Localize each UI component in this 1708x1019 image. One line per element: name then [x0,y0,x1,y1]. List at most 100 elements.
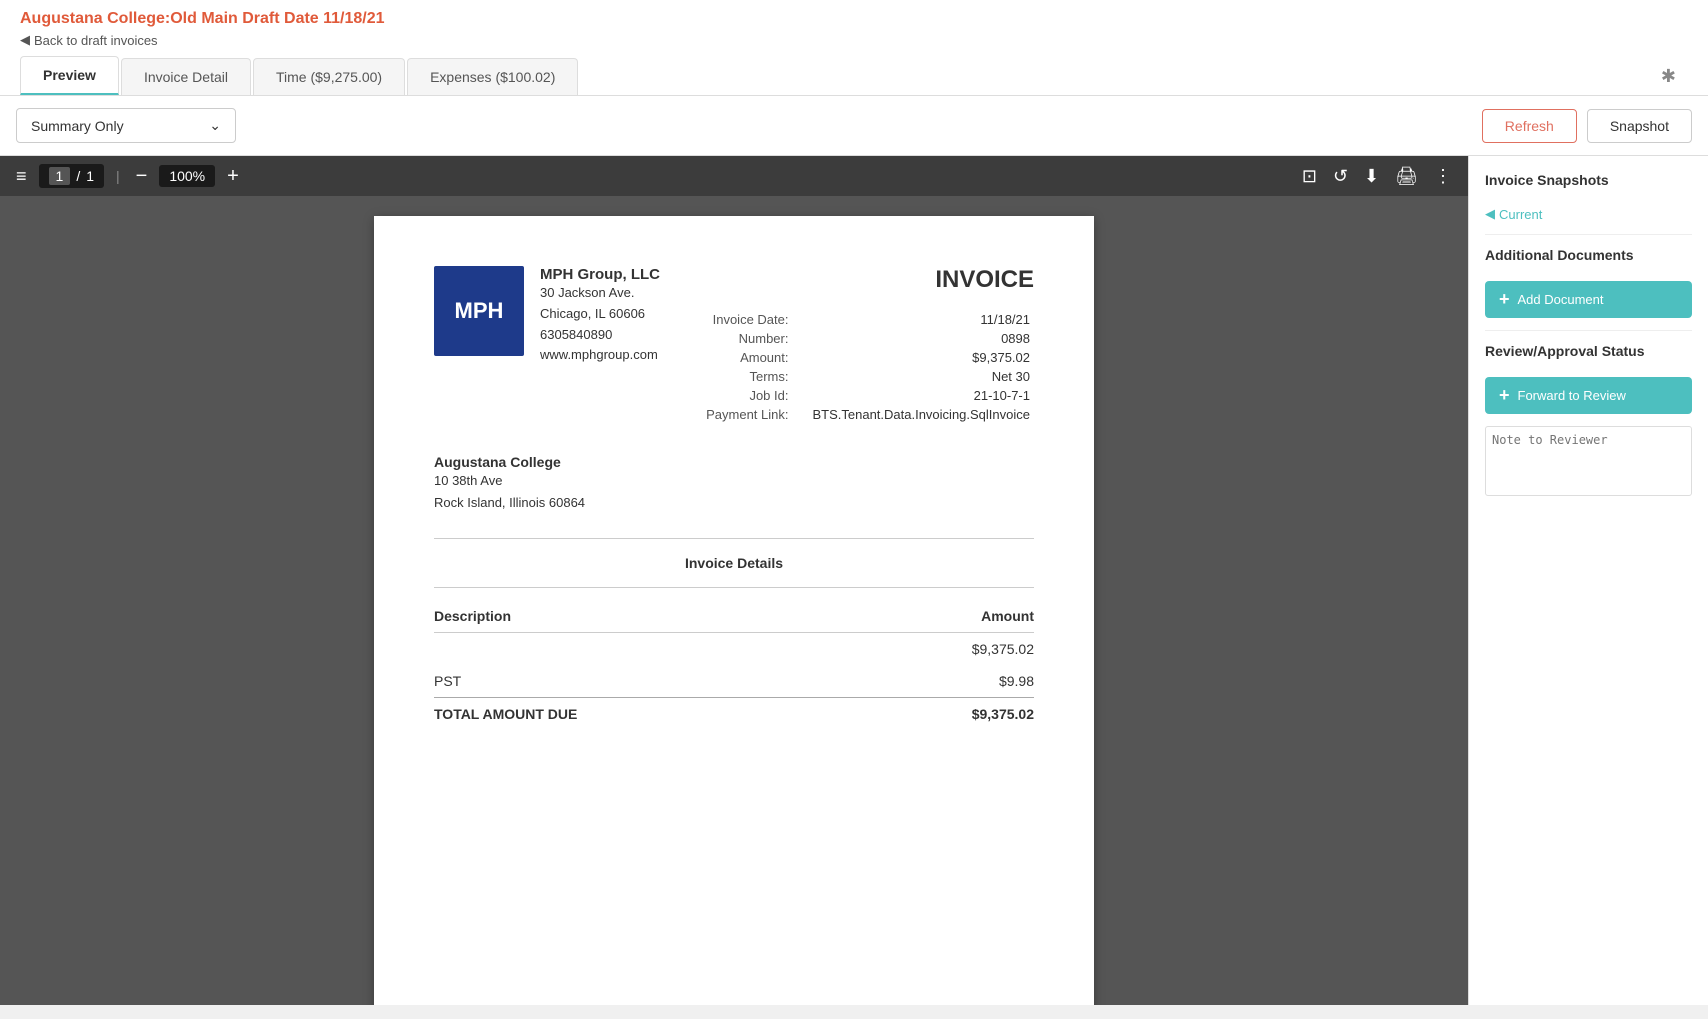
invoice-meta-table: Invoice Date: 11/18/21 Number: 0898 Amou… [702,310,1034,424]
meta-value: BTS.Tenant.Data.Invoicing.SqlInvoice [808,405,1034,424]
invoice-divider-top [434,538,1034,539]
invoice-table: Description Amount $9,375.02 PST $9.98 T… [434,600,1034,730]
tab-expenses[interactable]: Expenses ($100.02) [407,58,578,95]
total-amount: $9,375.02 [852,698,1034,731]
forward-plus-icon: + [1499,385,1510,406]
invoice-divider-bottom [434,587,1034,588]
meta-label: Job Id: [702,386,808,405]
meta-label: Payment Link: [702,405,808,424]
forward-to-review-button[interactable]: + Forward to Review [1485,377,1692,414]
zoom-in-button[interactable]: + [223,165,243,188]
toolbar-actions: Refresh Snapshot [1482,109,1692,143]
pdf-more-button[interactable]: ⋮ [1434,166,1452,187]
pdf-total-pages: 1 [86,168,94,184]
invoice-total-row: TOTAL AMOUNT DUE $9,375.02 [434,698,1034,731]
line-description [434,633,852,666]
forward-label: Forward to Review [1518,388,1626,403]
add-document-button[interactable]: + Add Document [1485,281,1692,318]
pdf-zoom-controls: − 100% + [132,165,243,188]
summary-dropdown[interactable]: Summary Only ⌄ [16,108,236,143]
pdf-viewer: ≡ 1 / 1 | − 100% + ⊡ ↺ ⬇ 🖨 ⋮ [0,156,1468,1005]
client-address1: 10 38th Ave [434,470,1034,492]
pdf-fit-button[interactable]: ⊡ [1302,166,1317,187]
back-arrow-icon: ◀ [20,32,30,48]
pdf-print-button[interactable]: 🖨 [1395,166,1418,187]
client-name: Augustana College [434,454,1034,470]
pdf-toolbar: ≡ 1 / 1 | − 100% + ⊡ ↺ ⬇ 🖨 ⋮ [0,156,1468,196]
zoom-out-button[interactable]: − [132,165,152,188]
snapshots-divider [1485,234,1692,235]
tab-bar: Preview Invoice Detail Time ($9,275.00) … [20,56,1688,95]
company-header-row: MPH MPH Group, LLC 30 Jackson Ave. Chica… [434,266,660,366]
preview-toolbar: Summary Only ⌄ Refresh Snapshot [0,96,1708,156]
meta-value: 21-10-7-1 [808,386,1034,405]
invoice-meta-row: Number: 0898 [702,329,1034,348]
invoice-meta-row: Payment Link: BTS.Tenant.Data.Invoicing.… [702,405,1034,424]
company-info: MPH Group, LLC 30 Jackson Ave. Chicago, … [540,266,660,366]
pdf-divider: | [116,168,120,184]
meta-label: Terms: [702,367,808,386]
add-doc-label: Add Document [1518,292,1604,307]
meta-value: 0898 [808,329,1034,348]
line-amount: $9.98 [852,665,1034,698]
back-link[interactable]: ◀ Back to draft invoices [20,32,1688,48]
company-logo: MPH [434,266,524,356]
note-to-reviewer-input[interactable] [1485,426,1692,496]
client-info: Augustana College 10 38th Ave Rock Islan… [434,454,1034,514]
invoice-meta-row: Invoice Date: 11/18/21 [702,310,1034,329]
pdf-rotate-button[interactable]: ↺ [1333,166,1348,187]
refresh-button[interactable]: Refresh [1482,109,1577,143]
company-phone: 6305840890 [540,325,660,346]
invoice-title: INVOICE [702,266,1034,294]
invoice-header: MPH MPH Group, LLC 30 Jackson Ave. Chica… [434,266,1034,424]
add-doc-plus-icon: + [1499,289,1510,310]
tab-preview[interactable]: Preview [20,56,119,95]
snapshots-title: Invoice Snapshots [1485,172,1692,188]
meta-value: 11/18/21 [808,310,1034,329]
pdf-page: MPH MPH Group, LLC 30 Jackson Ave. Chica… [374,216,1094,1005]
right-panel: Invoice Snapshots ◀ Current Additional D… [1468,156,1708,1005]
pdf-page-separator: / [76,168,80,184]
app-header: Augustana College:Old Main Draft Date 11… [0,0,1708,96]
line-amount: $9,375.02 [852,633,1034,666]
col-description: Description [434,600,852,633]
meta-value: Net 30 [808,367,1034,386]
pdf-content-area[interactable]: MPH MPH Group, LLC 30 Jackson Ave. Chica… [0,196,1468,1005]
pdf-zoom-level: 100% [159,165,215,187]
summary-dropdown-label: Summary Only [31,118,124,134]
company-address2: Chicago, IL 60606 [540,304,660,325]
company-website: www.mphgroup.com [540,345,660,366]
review-divider [1485,330,1692,331]
invoice-title-block: INVOICE Invoice Date: 11/18/21 Number: 0… [702,266,1034,424]
current-snapshot-text: Current [1499,207,1542,222]
total-label: TOTAL AMOUNT DUE [434,698,852,731]
meta-label: Amount: [702,348,808,367]
current-snapshot-label[interactable]: ◀ Current [1485,206,1692,222]
review-status-title: Review/Approval Status [1485,343,1692,359]
meta-label: Invoice Date: [702,310,808,329]
pdf-toolbar-right: ⊡ ↺ ⬇ 🖨 ⋮ [1302,166,1452,187]
snapshot-button[interactable]: Snapshot [1587,109,1692,143]
invoice-meta-row: Job Id: 21-10-7-1 [702,386,1034,405]
back-link-text: Back to draft invoices [34,33,158,48]
col-amount: Amount [852,600,1034,633]
pdf-current-page[interactable]: 1 [49,167,71,185]
line-description: PST [434,665,852,698]
main-layout: ≡ 1 / 1 | − 100% + ⊡ ↺ ⬇ 🖨 ⋮ [0,156,1708,1005]
current-arrow-icon: ◀ [1485,206,1495,222]
company-address1: 30 Jackson Ave. [540,283,660,304]
pdf-menu-icon[interactable]: ≡ [16,166,27,187]
invoice-line-item: $9,375.02 [434,633,1034,666]
tab-time[interactable]: Time ($9,275.00) [253,58,405,95]
meta-label: Number: [702,329,808,348]
client-address2: Rock Island, Illinois 60864 [434,492,1034,514]
app-title: Augustana College:Old Main Draft Date 11… [20,10,1688,28]
invoice-meta-row: Terms: Net 30 [702,367,1034,386]
chevron-down-icon: ⌄ [209,117,221,134]
pdf-download-button[interactable]: ⬇ [1364,166,1379,187]
invoice-details-title: Invoice Details [434,555,1034,571]
additional-docs-title: Additional Documents [1485,247,1692,263]
tab-invoice-detail[interactable]: Invoice Detail [121,58,251,95]
expand-icon[interactable]: ✱ [1649,58,1688,95]
pdf-page-indicator: 1 / 1 [39,164,104,188]
